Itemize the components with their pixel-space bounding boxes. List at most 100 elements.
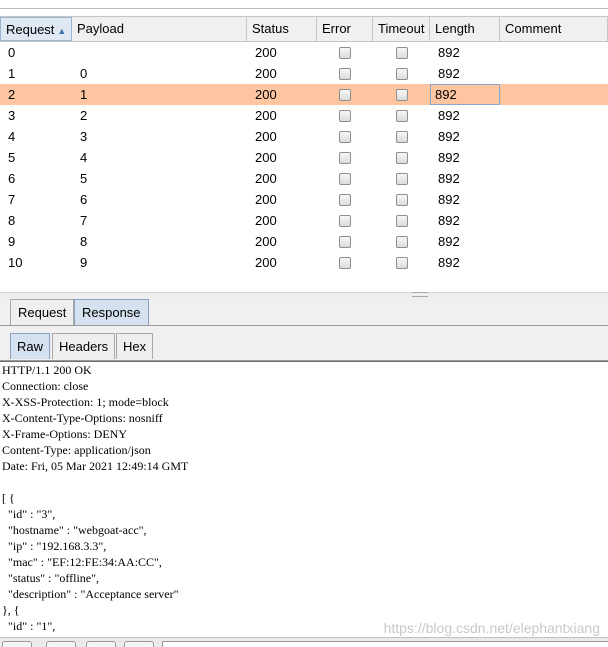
error-checkbox[interactable] xyxy=(339,46,351,59)
timeout-checkbox[interactable] xyxy=(395,130,408,143)
tab-response[interactable]: Response xyxy=(74,299,149,325)
response-line: HTTP/1.1 200 OK xyxy=(2,363,92,377)
timeout-checkbox[interactable] xyxy=(395,46,408,59)
timeout-checkbox[interactable] xyxy=(395,172,408,185)
payload-cell: 3 xyxy=(80,129,88,144)
response-line: X-XSS-Protection: 1; mode=block xyxy=(2,395,169,409)
column-header-length[interactable]: Length xyxy=(430,17,500,41)
comment-cell xyxy=(500,231,608,252)
response-line: Date: Fri, 05 Mar 2021 12:49:14 GMT xyxy=(2,459,189,473)
tab-request[interactable]: Request xyxy=(10,299,75,325)
table-row[interactable]: 1 0 200 892 xyxy=(0,63,608,84)
error-checkbox[interactable] xyxy=(339,172,351,185)
table-row[interactable]: 3 2 200 892 xyxy=(0,105,608,126)
response-raw-view[interactable]: HTTP/1.1 200 OK Connection: close X-XSS-Pr… xyxy=(0,361,608,638)
search-input[interactable] xyxy=(162,641,608,647)
status-cell: 200 xyxy=(255,213,277,228)
comment-cell xyxy=(500,126,608,147)
table-row[interactable]: 0 200 892 xyxy=(0,42,608,63)
response-line: [ { xyxy=(2,491,15,505)
request-cell: 0 xyxy=(8,45,16,60)
column-header-payload[interactable]: Payload xyxy=(72,17,247,41)
error-checkbox[interactable] xyxy=(339,214,351,227)
tab-hex[interactable]: Hex xyxy=(116,333,154,359)
table-row[interactable]: 9 8 200 892 xyxy=(0,231,608,252)
table-row[interactable]: 7 6 200 892 xyxy=(0,189,608,210)
table-row[interactable]: 2 1 200 892 xyxy=(0,84,608,105)
comment-cell xyxy=(500,147,608,168)
column-header-label: Comment xyxy=(505,21,562,36)
add-button[interactable] xyxy=(86,641,116,647)
column-header-status[interactable]: Status xyxy=(247,17,317,41)
error-checkbox[interactable] xyxy=(339,151,351,164)
splitter-grip-icon[interactable] xyxy=(412,292,428,297)
help-button[interactable] xyxy=(2,641,32,647)
error-cell xyxy=(317,42,373,63)
payload-cell: 1 xyxy=(80,87,88,102)
error-checkbox[interactable] xyxy=(339,193,351,206)
table-row[interactable]: 5 4 200 892 xyxy=(0,147,608,168)
timeout-cell xyxy=(373,168,430,189)
column-header-request[interactable]: Request ▲ xyxy=(0,17,72,41)
timeout-checkbox[interactable] xyxy=(395,67,408,80)
timeout-checkbox[interactable] xyxy=(395,193,408,206)
request-cell: 9 xyxy=(8,234,16,249)
column-header-label: Payload xyxy=(77,21,124,36)
timeout-checkbox[interactable] xyxy=(395,109,408,122)
response-line: "status" : "offline", xyxy=(2,571,100,585)
top-border xyxy=(0,0,608,9)
column-header-error[interactable]: Error xyxy=(317,17,373,41)
response-line: "mac" : "EF:12:FE:34:AA:CC", xyxy=(2,555,162,569)
length-cell: 892 xyxy=(438,171,460,186)
length-cell: 892 xyxy=(438,192,460,207)
table-row[interactable]: 6 5 200 892 xyxy=(0,168,608,189)
timeout-checkbox[interactable] xyxy=(395,214,408,227)
table-row[interactable]: 8 7 200 892 xyxy=(0,210,608,231)
error-checkbox[interactable] xyxy=(339,67,351,80)
error-cell xyxy=(317,231,373,252)
tab-raw[interactable]: Raw xyxy=(10,333,51,359)
timeout-checkbox[interactable] xyxy=(395,235,408,248)
request-cell: 10 xyxy=(8,255,23,270)
error-checkbox[interactable] xyxy=(339,88,351,101)
error-checkbox[interactable] xyxy=(339,109,351,122)
request-cell: 1 xyxy=(8,66,16,81)
request-cell: 8 xyxy=(8,213,16,228)
column-header-comment[interactable]: Comment xyxy=(500,17,608,41)
length-cell: 892 xyxy=(438,45,460,60)
results-table[interactable]: Request ▲ Payload Status Error Timeout Length C… xyxy=(0,16,608,292)
tab-headers[interactable]: Headers xyxy=(52,333,116,359)
status-cell: 200 xyxy=(255,234,277,249)
comment-cell xyxy=(500,42,608,63)
previous-button[interactable] xyxy=(46,641,76,647)
error-cell xyxy=(317,210,373,231)
timeout-checkbox[interactable] xyxy=(395,256,408,269)
length-cell: 892 xyxy=(430,84,500,105)
status-cell: 200 xyxy=(255,129,277,144)
timeout-cell xyxy=(373,84,430,105)
column-header-label: Timeout xyxy=(378,21,425,36)
error-checkbox[interactable] xyxy=(339,235,351,248)
payload-cell: 7 xyxy=(80,213,88,228)
timeout-checkbox[interactable] xyxy=(395,88,408,101)
status-cell: 200 xyxy=(255,171,277,186)
column-header-label: Error xyxy=(322,21,351,36)
request-cell: 3 xyxy=(8,108,16,123)
error-checkbox[interactable] xyxy=(339,256,351,269)
next-button[interactable] xyxy=(124,641,154,647)
timeout-checkbox[interactable] xyxy=(395,151,408,164)
table-row[interactable]: 10 9 200 892 xyxy=(0,252,608,273)
response-line: }, { xyxy=(2,603,20,617)
message-tab-bar: Request Response xyxy=(0,298,608,326)
column-header-timeout[interactable]: Timeout xyxy=(373,17,430,41)
length-cell: 892 xyxy=(438,234,460,249)
timeout-cell xyxy=(373,189,430,210)
response-line: X-Content-Type-Options: nosniff xyxy=(2,411,163,425)
timeout-cell xyxy=(373,147,430,168)
timeout-cell xyxy=(373,210,430,231)
table-row[interactable]: 4 3 200 892 xyxy=(0,126,608,147)
payload-cell: 6 xyxy=(80,192,88,207)
error-checkbox[interactable] xyxy=(339,130,351,143)
column-header-label: Length xyxy=(435,21,475,36)
column-header-label: Status xyxy=(252,21,289,36)
